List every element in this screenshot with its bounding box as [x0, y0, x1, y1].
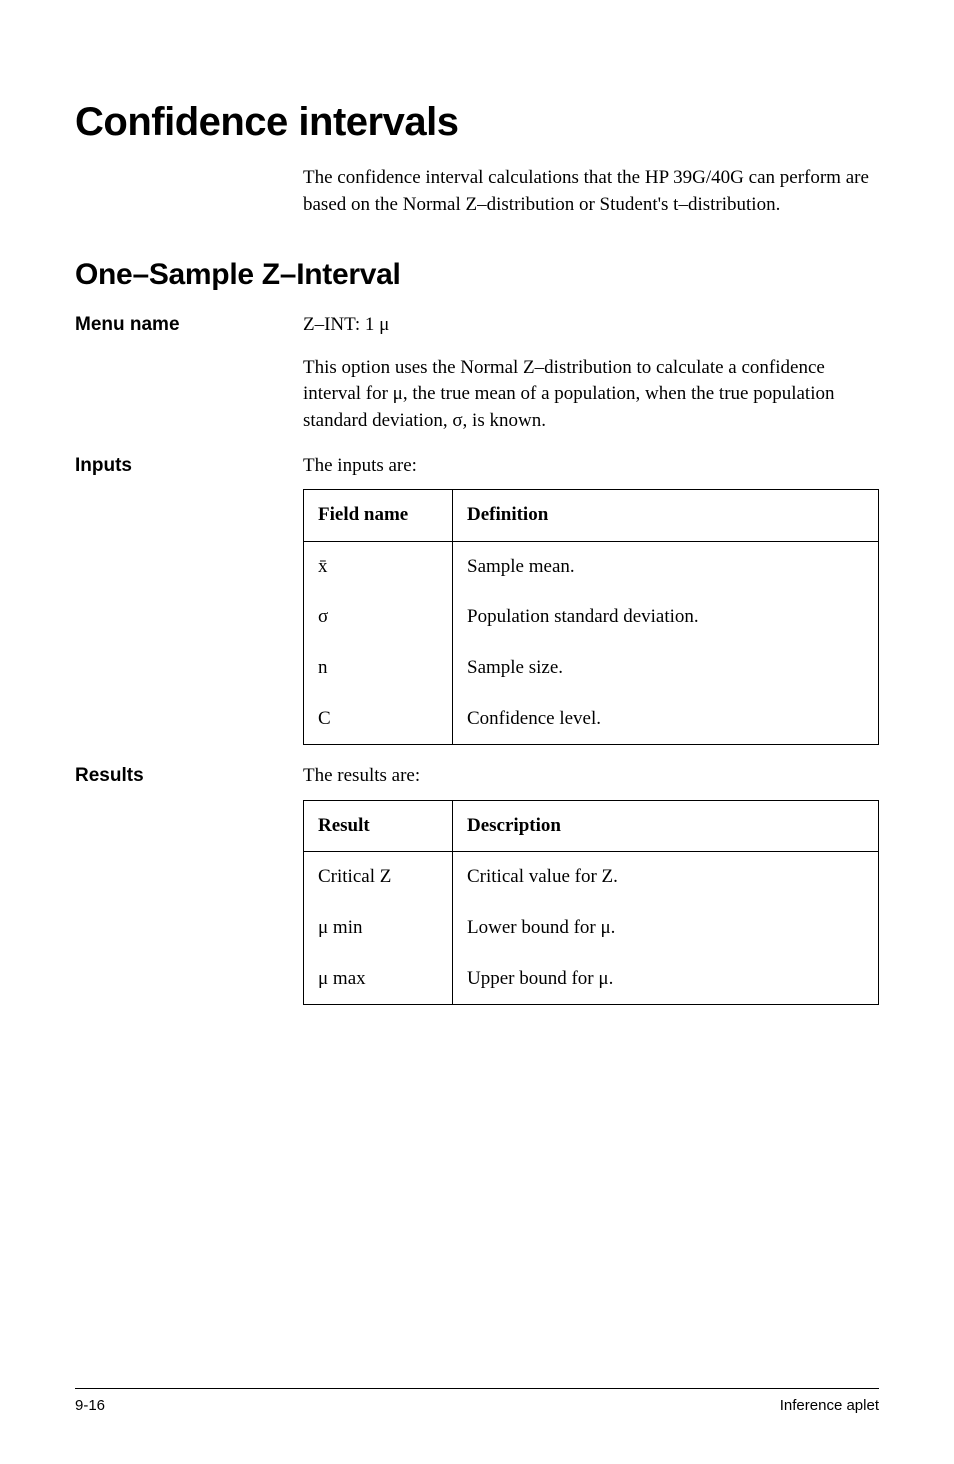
- menu-name-label: Menu name: [75, 312, 303, 434]
- result-name-cell: μ min: [304, 903, 453, 954]
- footer-section-name: Inference aplet: [780, 1397, 879, 1414]
- results-lead: The results are:: [303, 763, 879, 790]
- result-name-cell: μ max: [304, 954, 453, 1005]
- field-name-cell: C: [304, 694, 453, 745]
- table-row: μ min Lower bound for μ.: [304, 903, 879, 954]
- intro-paragraph: The confidence interval calculations tha…: [303, 165, 879, 218]
- inputs-header-field: Field name: [304, 490, 453, 542]
- footer-page-number: 9-16: [75, 1397, 105, 1414]
- section-title: One–Sample Z–Interval: [75, 258, 879, 292]
- description-cell: Upper bound for μ.: [453, 954, 879, 1005]
- definition-cell: Confidence level.: [453, 694, 879, 745]
- table-row: μ max Upper bound for μ.: [304, 954, 879, 1005]
- table-header-row: Result Description: [304, 800, 879, 852]
- definition-cell: Sample size.: [453, 643, 879, 694]
- field-name-cell: x̄: [304, 541, 453, 592]
- table-row: x̄ Sample mean.: [304, 541, 879, 592]
- menu-description: This option uses the Normal Z–distributi…: [303, 355, 879, 435]
- results-header-result: Result: [304, 800, 453, 852]
- field-name-cell: n: [304, 643, 453, 694]
- inputs-label: Inputs: [75, 453, 303, 746]
- definition-cell: Sample mean.: [453, 541, 879, 592]
- table-row: C Confidence level.: [304, 694, 879, 745]
- inputs-table: Field name Definition x̄ Sample mean. σ …: [303, 489, 879, 745]
- table-row: Critical Z Critical value for Z.: [304, 852, 879, 903]
- menu-name-value: Z–INT: 1 μ: [303, 312, 879, 339]
- results-table: Result Description Critical Z Critical v…: [303, 800, 879, 1005]
- table-row: n Sample size.: [304, 643, 879, 694]
- table-header-row: Field name Definition: [304, 490, 879, 542]
- inputs-header-def: Definition: [453, 490, 879, 542]
- field-name-cell: σ: [304, 592, 453, 643]
- inputs-lead: The inputs are:: [303, 453, 879, 480]
- result-name-cell: Critical Z: [304, 852, 453, 903]
- description-cell: Critical value for Z.: [453, 852, 879, 903]
- results-label: Results: [75, 763, 303, 1005]
- definition-cell: Population standard deviation.: [453, 592, 879, 643]
- table-row: σ Population standard deviation.: [304, 592, 879, 643]
- description-cell: Lower bound for μ.: [453, 903, 879, 954]
- page-title: Confidence intervals: [75, 100, 879, 145]
- results-header-desc: Description: [453, 800, 879, 852]
- page-footer: 9-16 Inference aplet: [75, 1388, 879, 1414]
